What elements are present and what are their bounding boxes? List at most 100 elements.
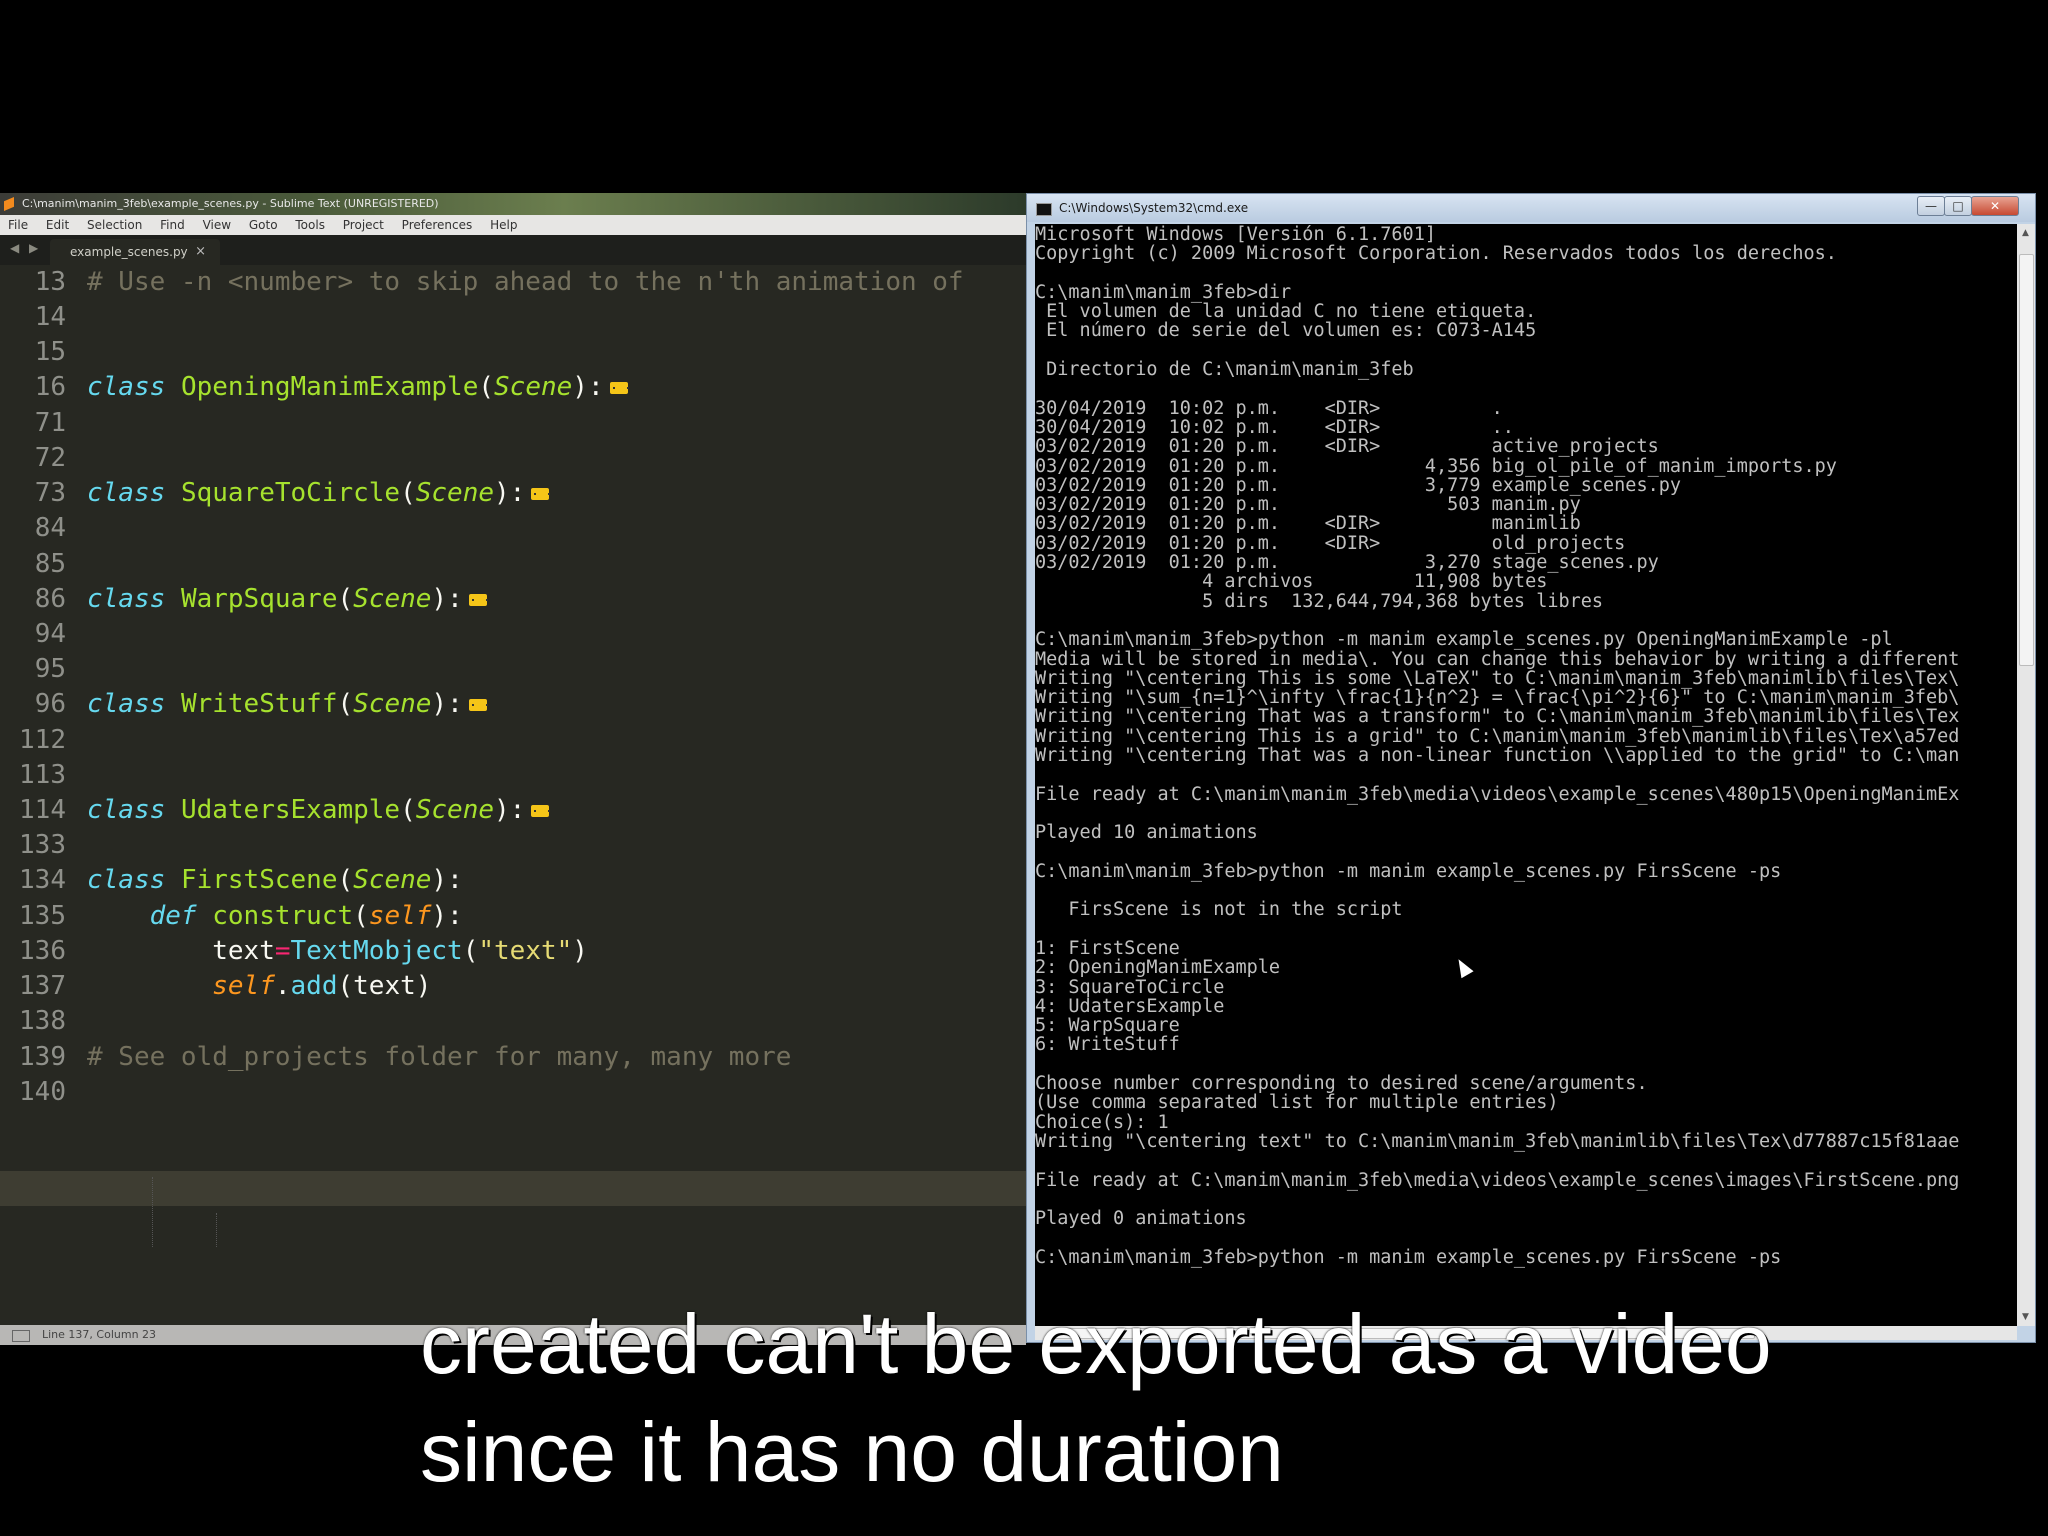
- indent-guide: [152, 1177, 153, 1247]
- code-line-73: class SquareToCircle(Scene):: [87, 478, 551, 508]
- menu-view[interactable]: View: [195, 215, 237, 235]
- console-output-area[interactable]: Microsoft Windows [Versión 6.1.7601] Cop…: [1035, 224, 2017, 1326]
- console-line: 4 archivos 11,908 bytes: [1202, 571, 1548, 593]
- sublime-app-icon: [4, 197, 14, 211]
- comment: # See old_projects folder for many, many…: [87, 1042, 792, 1072]
- console-line: C:\manim\manim_3feb>python -m manim exam…: [1035, 1246, 1782, 1268]
- close-button[interactable]: ✕: [1971, 196, 2019, 216]
- console-line: 2: OpeningManimExample: [1035, 957, 1281, 979]
- fold-marker-icon[interactable]: [468, 698, 488, 711]
- console-line: 03/02/2019 01:20 p.m. <DIR> active_proje…: [1035, 436, 1659, 458]
- console-line: 03/02/2019 01:20 p.m. <DIR> manimlib: [1035, 513, 1581, 535]
- console-line: Writing "\centering text" to C:\manim\ma…: [1035, 1130, 1960, 1152]
- cmd-window: C:\Windows\System32\cmd.exe — □ ✕ Micros…: [1026, 193, 2036, 1343]
- console-line: C:\manim\manim_3feb>python -m manim exam…: [1035, 629, 1893, 651]
- menu-edit[interactable]: Edit: [38, 215, 75, 235]
- console-line: 03/02/2019 01:20 p.m. 3,270 stage_scenes…: [1035, 552, 1659, 574]
- base-class: Scene: [415, 795, 495, 825]
- fold-marker-icon[interactable]: [531, 487, 551, 500]
- line-number: 114: [19, 795, 66, 825]
- console-line: 03/02/2019 01:20 p.m. <DIR> old_projects: [1035, 532, 1626, 554]
- current-line-highlight: [0, 1171, 1026, 1206]
- console-line: Writing "\centering That was a transform…: [1035, 706, 1960, 728]
- console-line: Choice(s): 1: [1035, 1111, 1169, 1133]
- function-name: construct: [212, 901, 354, 931]
- vertical-scrollbar[interactable]: ▲ ▼: [2017, 224, 2035, 1326]
- console-line: 3: SquareToCircle: [1035, 976, 1225, 998]
- console-text: Microsoft Windows [Versión 6.1.7601] Cop…: [1035, 225, 1959, 1267]
- menu-selection[interactable]: Selection: [79, 215, 148, 235]
- menu-project[interactable]: Project: [335, 215, 390, 235]
- console-line: Copyright (c) 2009 Microsoft Corporation…: [1035, 243, 1837, 265]
- line-number: 85: [34, 549, 66, 579]
- line-number: 15: [34, 337, 66, 367]
- operator: =: [274, 936, 291, 966]
- line-number: 86: [34, 584, 66, 614]
- panel-toggle-icon[interactable]: [12, 1330, 30, 1342]
- console-line: Choose number corresponding to desired s…: [1035, 1073, 1648, 1095]
- cmd-title-bar[interactable]: C:\Windows\System32\cmd.exe — □ ✕: [1027, 194, 2035, 222]
- cursor-position: Line 137, Column 23: [42, 1328, 157, 1341]
- tab-nav-arrows-icon[interactable]: ◀ ▶: [10, 241, 41, 255]
- keyword: class: [87, 478, 166, 508]
- code-line-134: class FirstScene(Scene):: [87, 865, 463, 895]
- console-line: (Use comma separated list for multiple e…: [1035, 1092, 1559, 1114]
- function-call: TextMobject: [290, 936, 463, 966]
- console-line: FirsScene is not in the script: [1068, 899, 1403, 921]
- tab-close-icon[interactable]: ×: [195, 239, 206, 265]
- console-line: Writing "\centering This is a grid" to C…: [1035, 725, 1960, 747]
- code-line-137: self.add(text): [212, 971, 432, 1001]
- tab-example-scenes[interactable]: example_scenes.py ×: [50, 239, 220, 265]
- call-args: (text): [337, 971, 432, 1001]
- menu-file[interactable]: File: [0, 215, 34, 235]
- class-name: WarpSquare: [180, 584, 338, 614]
- class-name: OpeningManimExample: [180, 372, 479, 402]
- console-line: 03/02/2019 01:20 p.m. 503 manim.py: [1035, 494, 1581, 516]
- string-literal: "text": [478, 936, 573, 966]
- console-line: File ready at C:\manim\manim_3feb\media\…: [1035, 1169, 1960, 1191]
- keyword: class: [87, 795, 166, 825]
- line-number: 94: [34, 619, 66, 649]
- console-line: 5: WarpSquare: [1035, 1015, 1180, 1037]
- minimize-button[interactable]: —: [1917, 196, 1945, 216]
- console-line: 4: UdatersExample: [1035, 995, 1225, 1017]
- console-line: File ready at C:\manim\manim_3feb\media\…: [1035, 783, 1960, 805]
- fold-marker-icon[interactable]: [609, 381, 629, 394]
- menu-help[interactable]: Help: [482, 215, 523, 235]
- line-number: 140: [19, 1077, 66, 1107]
- line-number: 134: [19, 865, 66, 895]
- scroll-up-icon[interactable]: ▲: [2022, 228, 2029, 238]
- class-name: WriteStuff: [180, 689, 338, 719]
- fold-marker-icon[interactable]: [531, 804, 551, 817]
- console-line: Writing "\centering That was a non-linea…: [1035, 745, 1960, 767]
- maximize-button[interactable]: □: [1944, 196, 1972, 216]
- console-line: 1: FirstScene: [1035, 937, 1180, 959]
- line-number: 113: [19, 760, 66, 790]
- subtitle-line-2: since it has no duration: [420, 1405, 1284, 1499]
- tab-label: example_scenes.py: [70, 245, 188, 259]
- console-line: Played 10 animations: [1035, 822, 1258, 844]
- fold-marker-icon[interactable]: [468, 593, 488, 606]
- base-class: Scene: [415, 478, 495, 508]
- vertical-scroll-thumb[interactable]: [2019, 254, 2034, 666]
- class-name: FirstScene: [180, 865, 338, 895]
- console-line: El número de serie del volumen es: C073-…: [1046, 320, 1537, 342]
- line-number: 14: [34, 302, 66, 332]
- console-line: C:\manim\manim_3feb>dir: [1035, 281, 1292, 303]
- base-class: Scene: [353, 584, 432, 614]
- code-line-86: class WarpSquare(Scene):: [87, 584, 488, 614]
- cmd-app-icon: [1036, 203, 1052, 216]
- self-param: self: [368, 901, 432, 931]
- menu-find[interactable]: Find: [152, 215, 191, 235]
- menu-goto[interactable]: Goto: [241, 215, 284, 235]
- sublime-title-bar[interactable]: C:\manim\manim_3feb\example_scenes.py - …: [0, 193, 1026, 215]
- code-line-16: class OpeningManimExample(Scene):: [87, 372, 629, 402]
- menu-preferences[interactable]: Preferences: [394, 215, 479, 235]
- scroll-down-icon[interactable]: ▼: [2022, 1312, 2029, 1322]
- sublime-tab-bar: ◀ ▶ example_scenes.py ×: [0, 235, 1026, 265]
- menu-tools[interactable]: Tools: [287, 215, 331, 235]
- code-line-135: def construct(self):: [149, 901, 463, 931]
- console-line: Played 0 animations: [1035, 1208, 1247, 1230]
- line-number: 13: [34, 267, 66, 297]
- code-editor[interactable]: 13 14 15 16 71 72 73 84 85 86 94 95 96 1…: [0, 265, 1026, 1325]
